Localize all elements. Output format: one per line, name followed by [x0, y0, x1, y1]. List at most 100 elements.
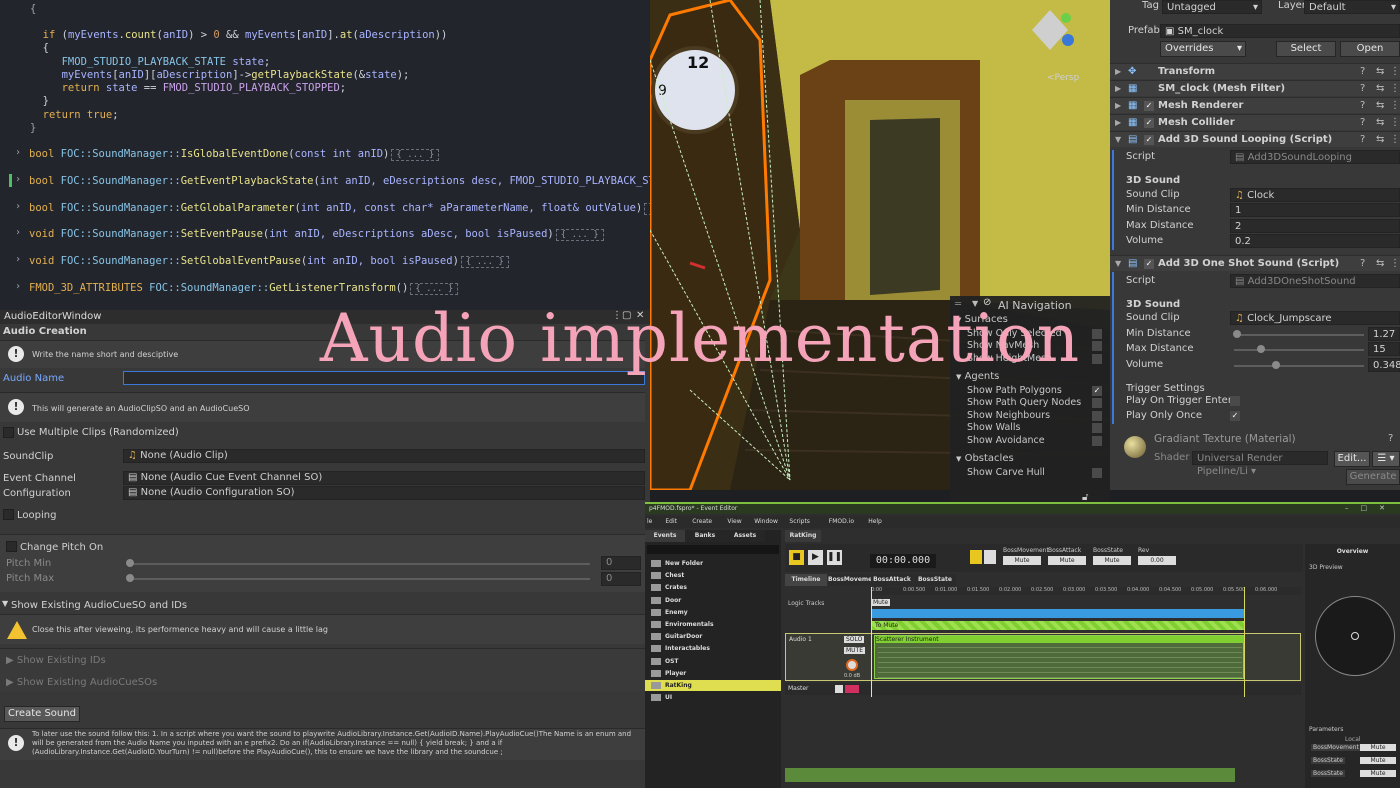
property-field[interactable]: 0.2	[1230, 234, 1400, 248]
folder-item[interactable]: Door	[645, 595, 781, 606]
edit-button[interactable]: Edit...	[1334, 451, 1370, 467]
timeline-subtab[interactable]: BossAttack	[871, 574, 913, 586]
fold-arrow-icon[interactable]: ›	[15, 174, 21, 185]
menu-icon[interactable]: ⋮	[1390, 64, 1400, 80]
play-only-once-checkbox[interactable]: ✓	[1230, 411, 1240, 421]
function-signature[interactable]: void FOC::SoundManager::SetEventPause(in…	[29, 227, 604, 241]
audio-name-input[interactable]	[123, 371, 645, 385]
enabled-checkbox[interactable]: ✓	[1144, 259, 1154, 269]
window-controls[interactable]: –□✕	[1345, 504, 1397, 512]
drag-handle-icon[interactable]: ═	[955, 299, 961, 310]
param-value[interactable]: Mute	[1360, 744, 1396, 751]
ai-nav-obstacles-header[interactable]: ▼ Obstacles	[956, 453, 1014, 464]
browser-tab[interactable]: Events	[645, 530, 685, 542]
component-header[interactable]: ▶ ▦ ✓ Mesh Collider? ⇆ ⋮	[1110, 114, 1400, 130]
component-header[interactable]: ▶ ▦ ✓ Mesh Renderer? ⇆ ⋮	[1110, 97, 1400, 113]
slider-value[interactable]: 0.348	[1368, 358, 1400, 372]
menu-icon[interactable]: ⋮	[1390, 81, 1400, 97]
fold-arrow-icon[interactable]: ›	[15, 281, 21, 292]
volume-knob[interactable]	[846, 659, 858, 671]
folder-item[interactable]: Enemy	[645, 607, 781, 618]
play-on-trigger-checkbox[interactable]	[1230, 396, 1240, 406]
change-pitch-checkbox[interactable]	[6, 541, 17, 552]
menu-icon[interactable]: ⋮	[1390, 132, 1400, 148]
sound-clip-field[interactable]: ♫ None (Audio Clip)	[123, 449, 645, 463]
slider-knob[interactable]	[1257, 345, 1265, 353]
menu-icon[interactable]: ⋮	[1390, 115, 1400, 131]
event-channel-field[interactable]: ▤ None (Audio Cue Event Channel SO)	[123, 471, 645, 485]
function-signature[interactable]: bool FOC::SoundManager::GetGlobalParamet…	[29, 201, 650, 215]
solo-button[interactable]: SOLO	[844, 636, 865, 643]
code-editor[interactable]: { if (myEvents.count(anID) > 0 && myEven…	[0, 0, 650, 310]
loop-icon[interactable]	[970, 550, 982, 564]
open-button[interactable]: Open	[1340, 41, 1400, 57]
param-value[interactable]: Mute	[1003, 556, 1041, 565]
pitch-min-slider[interactable]	[130, 563, 590, 565]
ai-nav-checkbox[interactable]	[1092, 329, 1102, 339]
folder-item[interactable]: Enviromentals	[645, 619, 781, 630]
slider-knob[interactable]	[1233, 330, 1241, 338]
folder-item[interactable]: RatKing	[645, 680, 781, 691]
help-icon[interactable]: ?	[1360, 132, 1365, 148]
ai-nav-checkbox[interactable]	[1092, 353, 1102, 364]
event-tab[interactable]: RatKing	[785, 530, 821, 542]
pitch-min-value[interactable]: 0	[601, 556, 641, 570]
folder-item[interactable]: GuitarDoor	[645, 631, 781, 642]
ai-nav-checkbox[interactable]	[1092, 341, 1102, 352]
menu-item[interactable]: Scripts	[789, 518, 810, 525]
select-button[interactable]: Select	[1276, 41, 1336, 57]
ai-nav-checkbox[interactable]	[1092, 435, 1102, 446]
folder-item[interactable]: Player	[645, 668, 781, 679]
menu-item[interactable]: FMOD.io	[829, 518, 854, 525]
folder-item[interactable]: Crates	[645, 582, 781, 593]
timeline-scrollbar[interactable]	[785, 768, 1235, 782]
create-sound-button[interactable]: Create Sound	[4, 706, 80, 722]
property-field[interactable]: ♫ Clock	[1230, 188, 1400, 202]
help-icon[interactable]: ?	[1360, 115, 1365, 131]
ai-nav-checkbox[interactable]	[1092, 468, 1102, 478]
show-ids-foldout[interactable]: ▶ Show Existing IDs	[6, 655, 106, 666]
function-signature[interactable]: void FOC::SoundManager::SetGlobalEventPa…	[29, 254, 509, 268]
param-value[interactable]: 0.00	[1138, 556, 1176, 565]
grid-icon[interactable]	[984, 550, 996, 564]
folder-item[interactable]: Interactables	[645, 643, 781, 654]
fold-arrow-icon[interactable]: ›	[15, 254, 21, 265]
folder-item[interactable]: New Folder	[645, 558, 781, 569]
configuration-field[interactable]: ▤ None (Audio Configuration SO)	[123, 486, 645, 500]
settings-icon[interactable]: ⇆	[1376, 132, 1384, 148]
fold-badge[interactable]: { ... }	[410, 283, 459, 295]
stop-button[interactable]: ■	[789, 550, 804, 565]
timeline-subtab[interactable]: BossState	[914, 574, 956, 586]
component-header[interactable]: ▶ ✥ Transform? ⇆ ⋮	[1110, 63, 1400, 79]
browser-tab[interactable]: Banks	[685, 530, 725, 542]
master-mute[interactable]	[835, 685, 843, 693]
param-value[interactable]: Mute	[1360, 770, 1396, 777]
shader-dropdown[interactable]: Universal Render Pipeline/Li ▾	[1192, 451, 1328, 477]
menu-item[interactable]: Help	[868, 518, 882, 525]
ai-nav-surfaces-header[interactable]: ▼ Surfaces	[956, 314, 1008, 325]
prefab-field[interactable]: ▣ SM_clock	[1160, 24, 1400, 38]
slider-value[interactable]: 1.27	[1368, 327, 1400, 341]
timeline-subtab[interactable]: BossMovement	[828, 574, 879, 586]
slider-track[interactable]	[1234, 365, 1364, 367]
browser-tab[interactable]: Assets	[725, 530, 765, 542]
slider-value[interactable]: 15	[1368, 342, 1400, 356]
collapse-icon[interactable]: ▼	[972, 299, 978, 308]
fold-arrow-icon[interactable]: ›	[15, 201, 21, 212]
ai-nav-checkbox[interactable]: ✓	[1092, 386, 1102, 396]
property-field[interactable]: ♫ Clock_Jumpscare	[1230, 311, 1400, 325]
menu-icon[interactable]: ⋮	[1390, 98, 1400, 114]
maximize-icon[interactable]: ▢	[622, 310, 631, 321]
param-value[interactable]: Mute	[1360, 757, 1396, 764]
menu-item[interactable]: View	[727, 518, 741, 525]
enabled-checkbox[interactable]: ✓	[1144, 101, 1154, 111]
component-header[interactable]: ▶ ▦ SM_clock (Mesh Filter)? ⇆ ⋮	[1110, 80, 1400, 96]
param-value[interactable]: Mute	[1093, 556, 1131, 565]
help-icon[interactable]: ?	[1360, 64, 1365, 80]
ai-nav-checkbox[interactable]	[1092, 423, 1102, 434]
overrides-dropdown[interactable]: Overrides ▾	[1160, 41, 1246, 57]
slider-track[interactable]	[1234, 334, 1364, 336]
pitch-min-knob[interactable]	[126, 559, 134, 567]
looping-checkbox[interactable]	[3, 509, 14, 520]
pause-button[interactable]: ❚❚	[827, 550, 842, 565]
